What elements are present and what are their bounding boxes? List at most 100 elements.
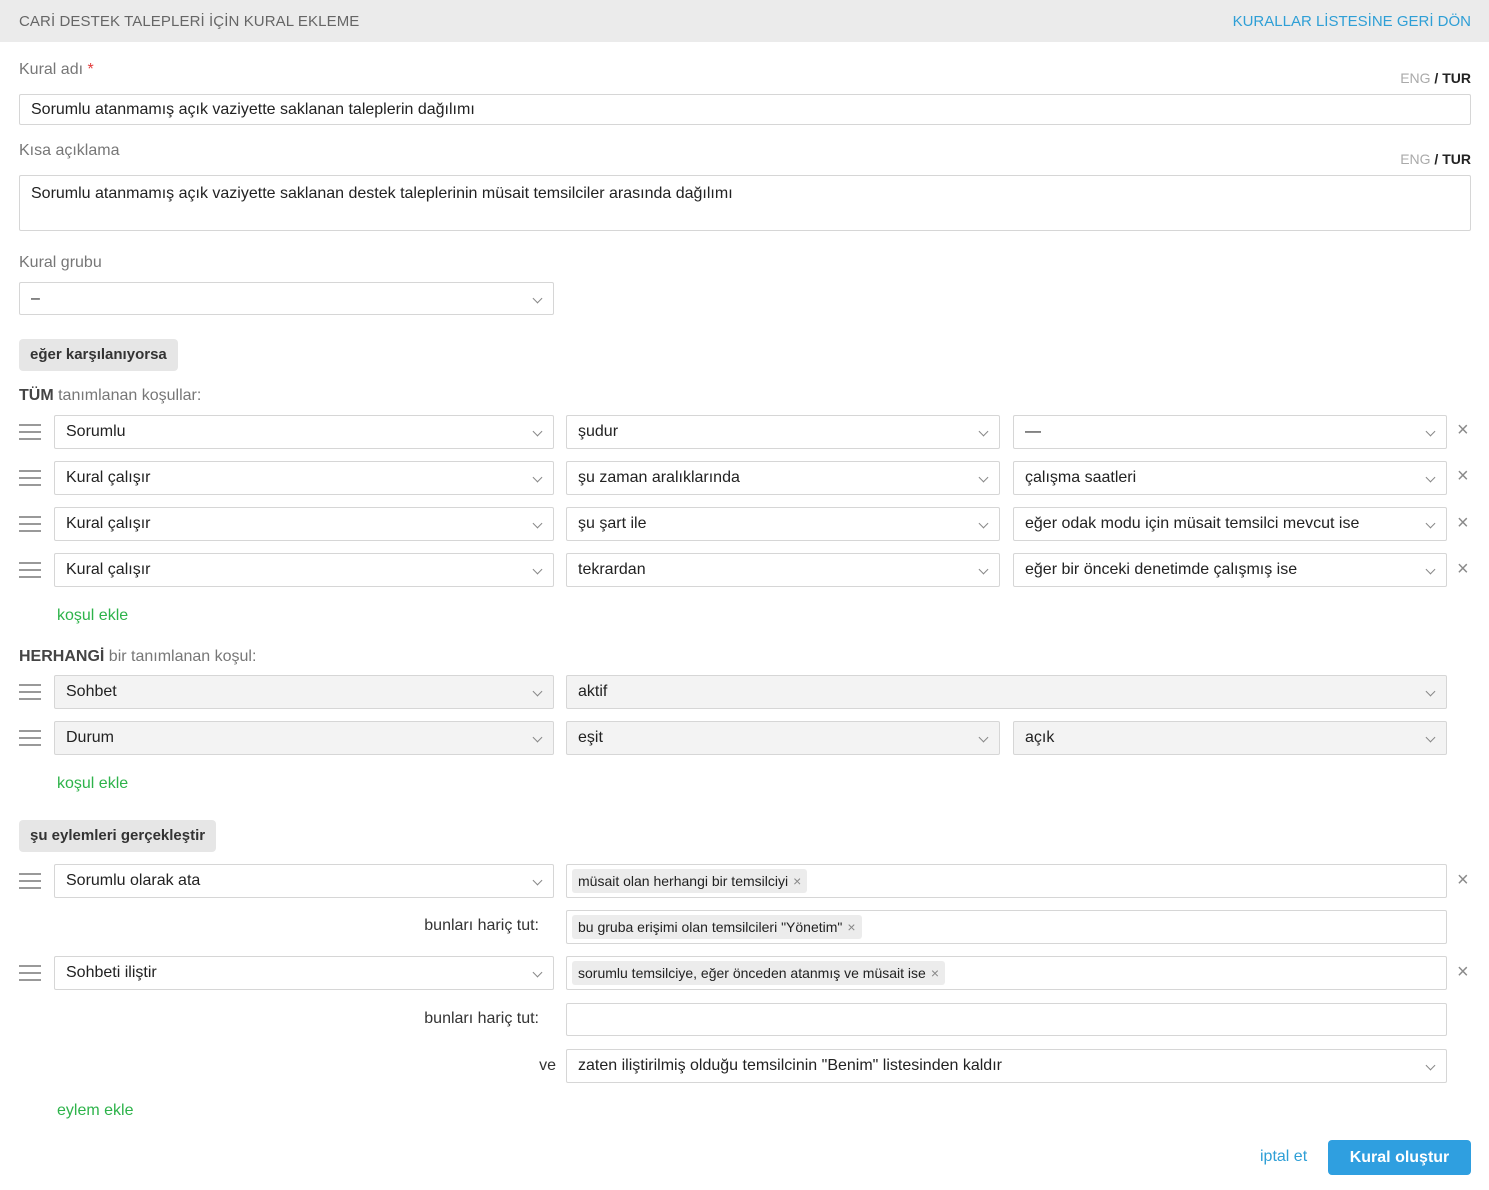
rule-name-label-text: Kural adı (19, 61, 84, 78)
page-title: CARİ DESTEK TALEPLERİ İÇİN KURAL EKLEME (19, 13, 360, 30)
tag-label: sorumlu temsilciye, eğer önceden atanmış… (578, 965, 926, 981)
chevron-down-icon (532, 426, 543, 437)
lang-sep: / (1430, 151, 1443, 167)
create-rule-button[interactable]: Kural oluştur (1328, 1140, 1471, 1175)
condition-value-select[interactable]: eğer bir önceki denetimde çalışmış ise (1013, 553, 1447, 587)
condition-value-value: çalışma saatleri (1025, 469, 1137, 486)
drag-handle-icon[interactable] (19, 729, 41, 747)
drag-handle-icon[interactable] (19, 561, 41, 579)
short-desc-label: Kısa açıklama (19, 142, 120, 159)
action-target-tag-input[interactable]: müsait olan herhangi bir temsilciyi × (566, 864, 1447, 898)
condition-op-select[interactable]: aktif (566, 675, 1447, 709)
chevron-down-icon (532, 518, 543, 529)
lang-eng[interactable]: ENG (1400, 151, 1430, 167)
remove-action-icon[interactable]: × (1457, 870, 1469, 890)
condition-op-select[interactable]: tekrardan (566, 553, 1000, 587)
condition-op-value: eşit (578, 729, 603, 746)
rule-group-select[interactable]: – (19, 282, 554, 315)
remove-condition-icon[interactable]: × (1457, 513, 1469, 533)
tag-remove-icon[interactable]: × (793, 873, 801, 889)
back-to-rules-link[interactable]: KURALLAR LİSTESİNE GERİ DÖN (1233, 13, 1471, 30)
rule-name-lang-switch: ENG / TUR (1400, 70, 1471, 86)
condition-value-value: — (1025, 423, 1041, 440)
action-select[interactable]: Sohbeti iliştir (54, 956, 554, 990)
remove-condition-icon[interactable]: × (1457, 420, 1469, 440)
condition-field-value: Kural çalışır (66, 561, 151, 578)
chevron-down-icon (1425, 732, 1436, 743)
condition-op-value: şu zaman aralıklarında (578, 469, 740, 486)
target-tag: müsait olan herhangi bir temsilciyi × (572, 869, 808, 893)
rule-group-value: – (31, 290, 40, 307)
tag-remove-icon[interactable]: × (847, 919, 855, 935)
action-target-tag-input[interactable]: sorumlu temsilciye, eğer önceden atanmış… (566, 956, 1447, 990)
chevron-down-icon (1425, 564, 1436, 575)
chevron-down-icon (1425, 518, 1436, 529)
condition-value-select[interactable]: — (1013, 415, 1447, 449)
lang-tur[interactable]: TUR (1442, 70, 1471, 86)
condition-op-select[interactable]: eşit (566, 721, 1000, 755)
any-prefix: HERHANGİ (19, 648, 105, 665)
if-section-header: eğer karşılanıyorsa (19, 339, 178, 371)
drag-handle-icon[interactable] (19, 872, 41, 890)
all-suffix: tanımlanan koşullar: (53, 387, 202, 404)
condition-field-select[interactable]: Durum (54, 721, 554, 755)
drag-handle-icon[interactable] (19, 423, 41, 441)
condition-op-select[interactable]: şudur (566, 415, 1000, 449)
remove-action-icon[interactable]: × (1457, 962, 1469, 982)
tag-remove-icon[interactable]: × (931, 965, 939, 981)
exclude-label: bunları hariç tut: (424, 1010, 539, 1027)
short-desc-textarea[interactable]: Sorumlu atanmamış açık vaziyette saklana… (19, 175, 1471, 231)
drag-handle-icon[interactable] (19, 964, 41, 982)
condition-value-select[interactable]: çalışma saatleri (1013, 461, 1447, 495)
chevron-down-icon (532, 293, 543, 304)
condition-field-select[interactable]: Sohbet (54, 675, 554, 709)
lang-sep: / (1430, 70, 1443, 86)
action-select[interactable]: Sorumlu olarak ata (54, 864, 554, 898)
condition-field-value: Kural çalışır (66, 515, 151, 532)
lang-tur[interactable]: TUR (1442, 151, 1471, 167)
chevron-down-icon (978, 472, 989, 483)
condition-field-select[interactable]: Kural çalışır (54, 461, 554, 495)
condition-op-select[interactable]: şu şart ile (566, 507, 1000, 541)
exclude-tag: bu gruba erişimi olan temsilcileri "Yöne… (572, 915, 862, 939)
lang-eng[interactable]: ENG (1400, 70, 1430, 86)
and-option-select[interactable]: zaten iliştirilmiş olduğu temsilcinin "B… (566, 1049, 1447, 1083)
chevron-down-icon (978, 518, 989, 529)
exclude-tag-input[interactable]: bu gruba erişimi olan temsilcileri "Yöne… (566, 910, 1447, 944)
condition-value-select[interactable]: eğer odak modu için müsait temsilci mevc… (1013, 507, 1447, 541)
condition-value-value: eğer odak modu için müsait temsilci mevc… (1025, 515, 1360, 532)
chevron-down-icon (532, 875, 543, 886)
remove-condition-icon[interactable]: × (1457, 466, 1469, 486)
condition-op-value: tekrardan (578, 561, 646, 578)
rule-group-label: Kural grubu (19, 254, 102, 271)
condition-op-select[interactable]: şu zaman aralıklarında (566, 461, 1000, 495)
condition-field-select[interactable]: Sorumlu (54, 415, 554, 449)
condition-field-value: Kural çalışır (66, 469, 151, 486)
tag-label: müsait olan herhangi bir temsilciyi (578, 873, 789, 889)
exclude-tag-input[interactable] (566, 1003, 1447, 1036)
chevron-down-icon (532, 967, 543, 978)
add-action-link[interactable]: eylem ekle (57, 1102, 133, 1120)
add-condition-link[interactable]: koşul ekle (57, 775, 128, 793)
condition-op-value: şu şart ile (578, 515, 647, 532)
chevron-down-icon (978, 426, 989, 437)
condition-field-select[interactable]: Kural çalışır (54, 507, 554, 541)
any-conditions-label: HERHANGİ bir tanımlanan koşul: (19, 648, 256, 666)
rule-name-input[interactable]: Sorumlu atanmamış açık vaziyette saklana… (19, 94, 1471, 125)
drag-handle-icon[interactable] (19, 683, 41, 701)
chevron-down-icon (1425, 1060, 1436, 1071)
condition-value-select[interactable]: açık (1013, 721, 1447, 755)
condition-field-select[interactable]: Kural çalışır (54, 553, 554, 587)
chevron-down-icon (978, 564, 989, 575)
drag-handle-icon[interactable] (19, 515, 41, 533)
and-option-value: zaten iliştirilmiş olduğu temsilcinin "B… (578, 1057, 1002, 1074)
condition-op-value: şudur (578, 423, 619, 440)
exclude-label: bunları hariç tut: (424, 917, 539, 934)
drag-handle-icon[interactable] (19, 469, 41, 487)
chevron-down-icon (1425, 472, 1436, 483)
cancel-link[interactable]: iptal et (1260, 1148, 1307, 1166)
condition-value-value: eğer bir önceki denetimde çalışmış ise (1025, 561, 1298, 578)
required-mark: * (87, 61, 94, 78)
remove-condition-icon[interactable]: × (1457, 559, 1469, 579)
add-condition-link[interactable]: koşul ekle (57, 607, 128, 625)
